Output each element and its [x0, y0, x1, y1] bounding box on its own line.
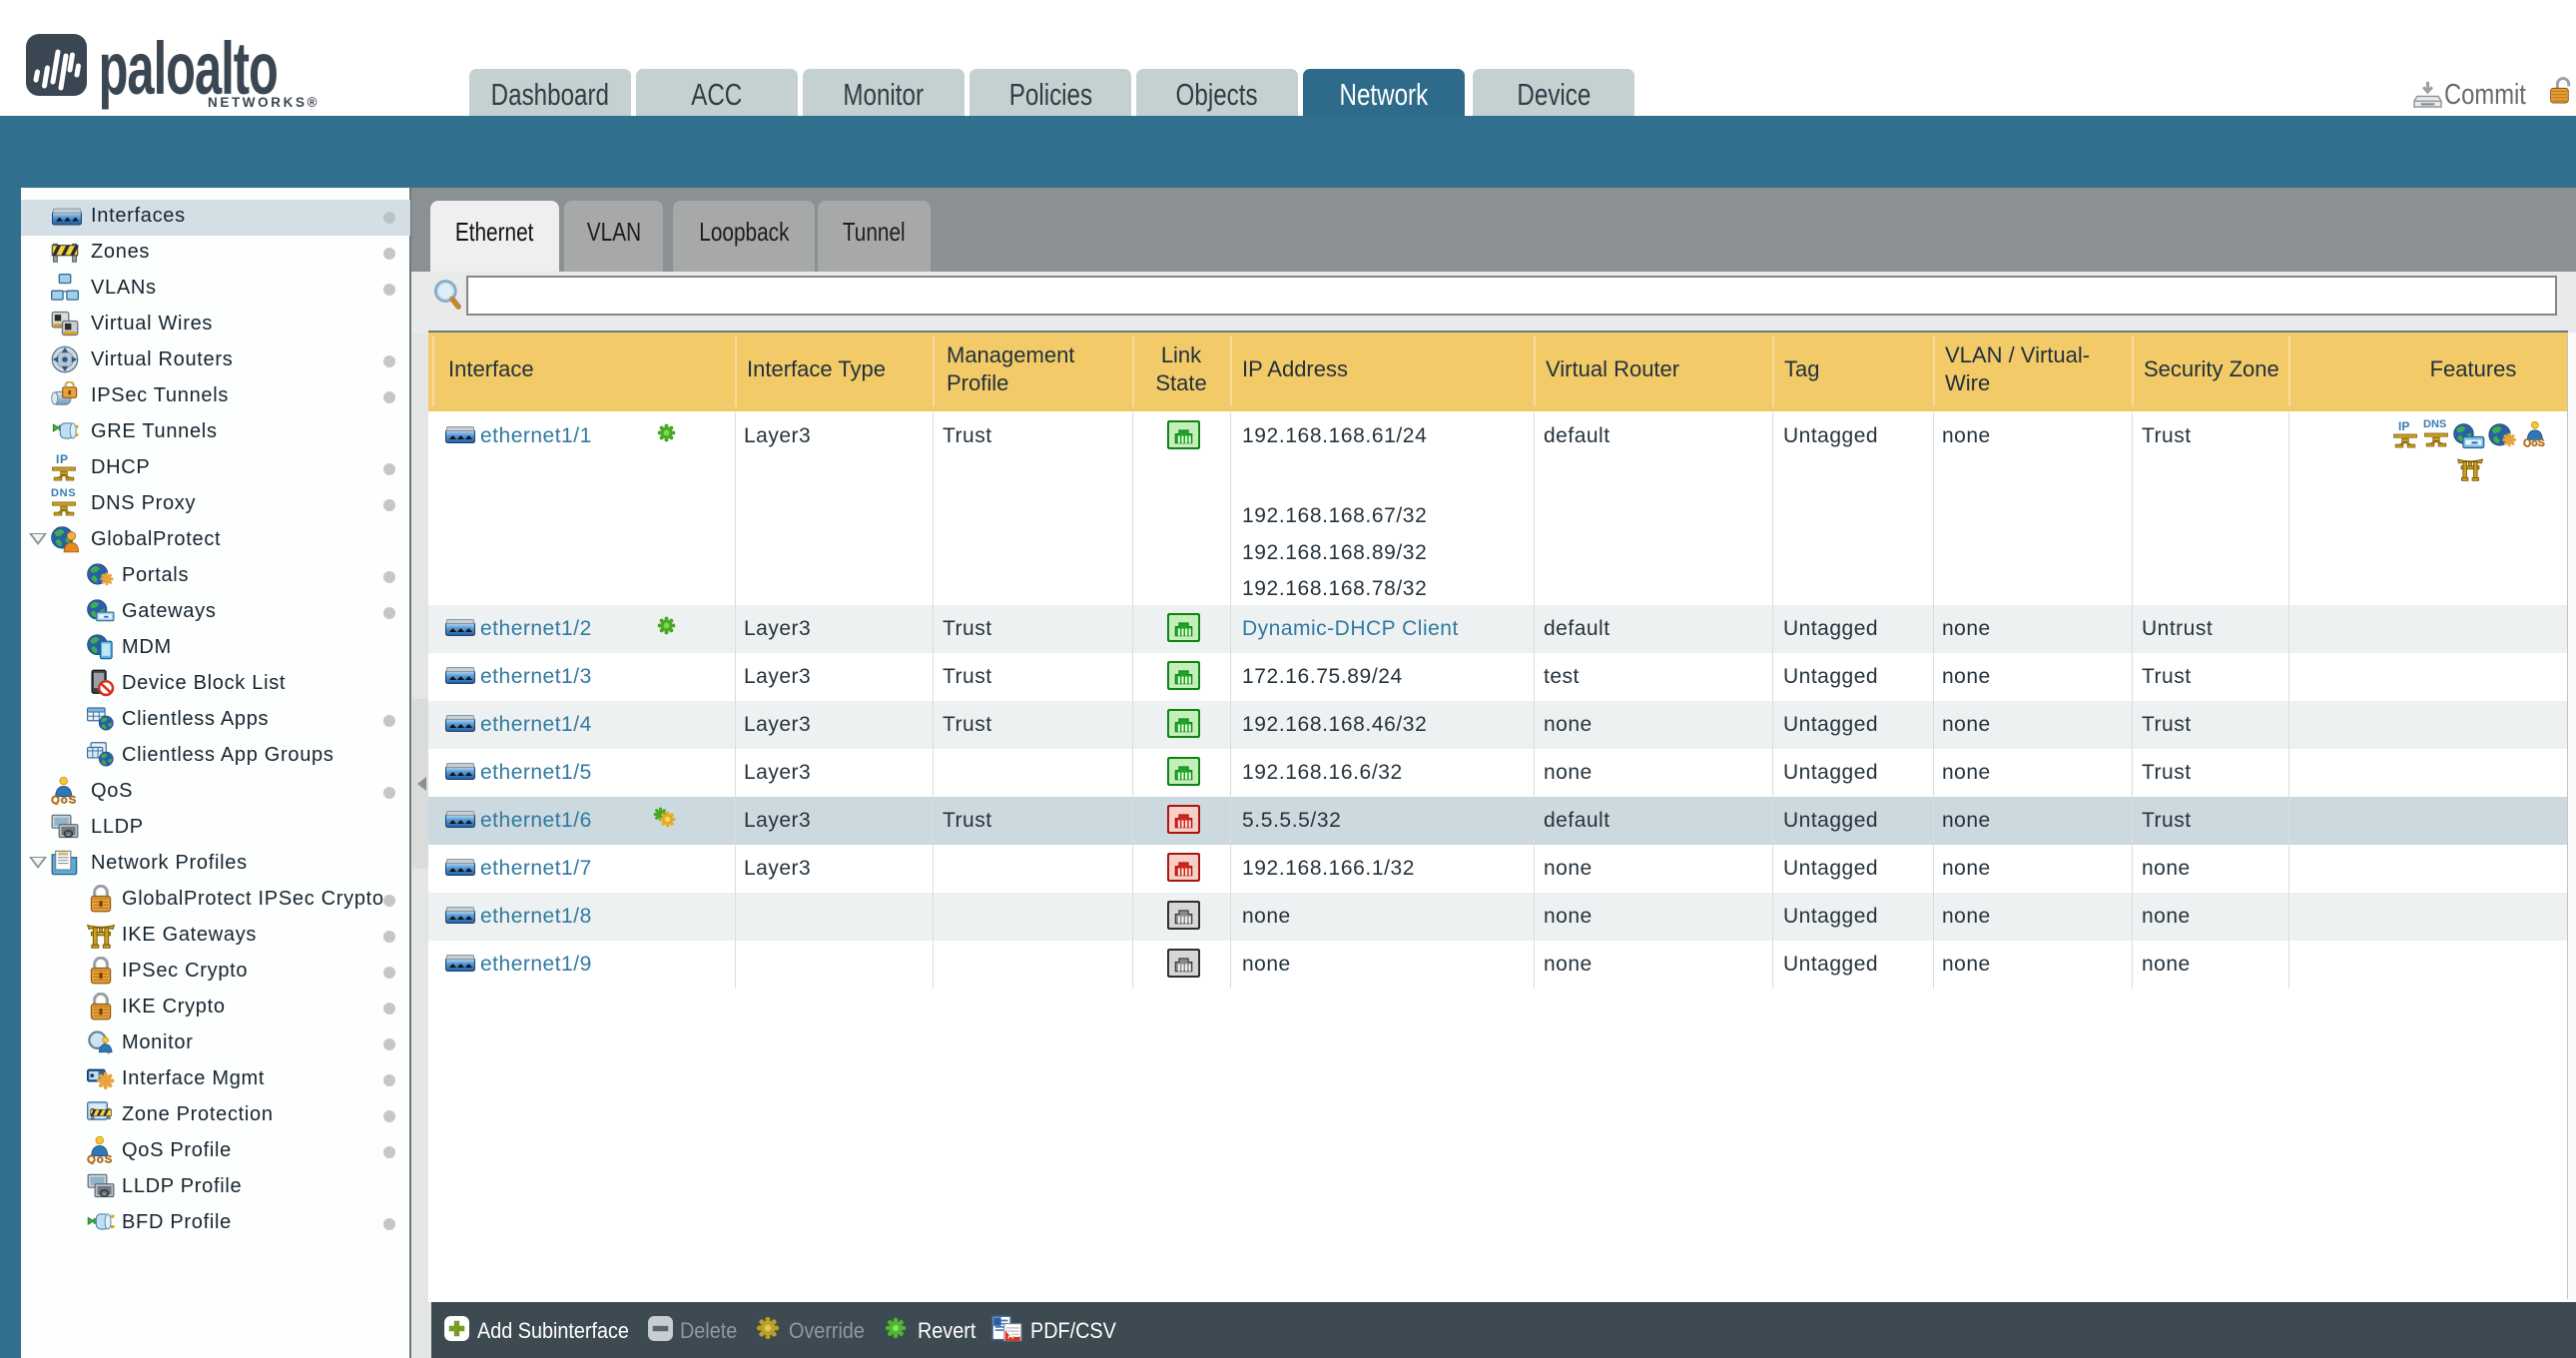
svg-text:NETWORKS®: NETWORKS®: [208, 95, 320, 110]
